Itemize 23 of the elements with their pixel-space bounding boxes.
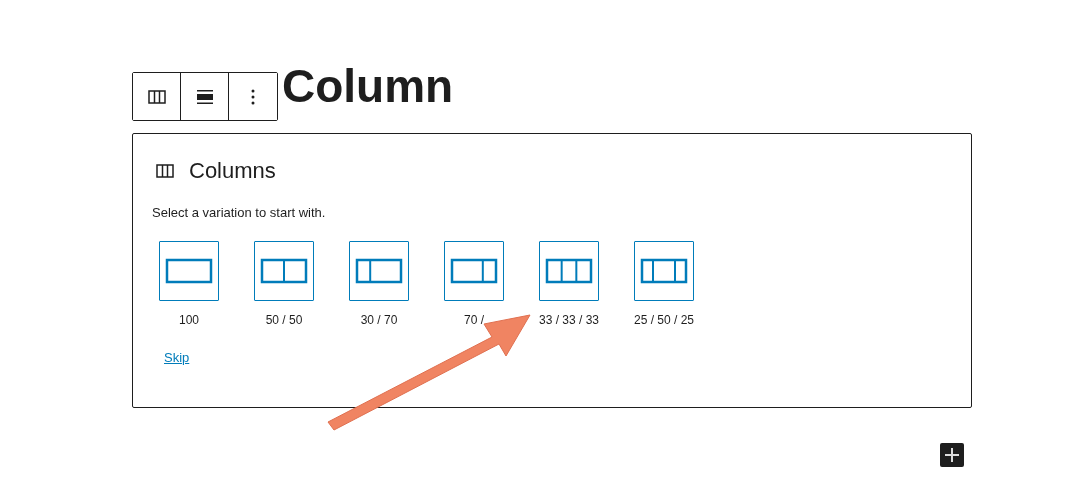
skip-link[interactable]: Skip xyxy=(164,350,190,365)
variation-label: 33 / 33 / 33 xyxy=(539,313,600,327)
variation-label: 50 / 50 xyxy=(265,313,303,327)
columns-icon xyxy=(156,164,174,178)
variation-label: 70 / xyxy=(464,313,484,327)
variation-button[interactable] xyxy=(349,241,409,301)
more-icon xyxy=(251,88,255,105)
variation-button[interactable] xyxy=(634,241,694,301)
columns-block-button[interactable] xyxy=(133,73,181,120)
variation-button[interactable] xyxy=(444,241,504,301)
plus-icon xyxy=(945,448,959,462)
variation-button[interactable] xyxy=(254,241,314,301)
variation-label: 25 / 50 / 25 xyxy=(634,313,695,327)
post-heading: Column xyxy=(282,59,454,114)
variation-label: 100 xyxy=(179,313,199,327)
variation-label: 30 / 70 xyxy=(360,313,398,327)
columns-icon xyxy=(147,89,166,104)
add-block-button[interactable] xyxy=(940,443,964,467)
instructions: Select a variation to start with. xyxy=(152,205,327,220)
align-icon xyxy=(196,88,213,105)
variation-button[interactable] xyxy=(159,241,219,301)
variation-button[interactable] xyxy=(539,241,599,301)
placeholder-title: Columns xyxy=(189,158,276,184)
